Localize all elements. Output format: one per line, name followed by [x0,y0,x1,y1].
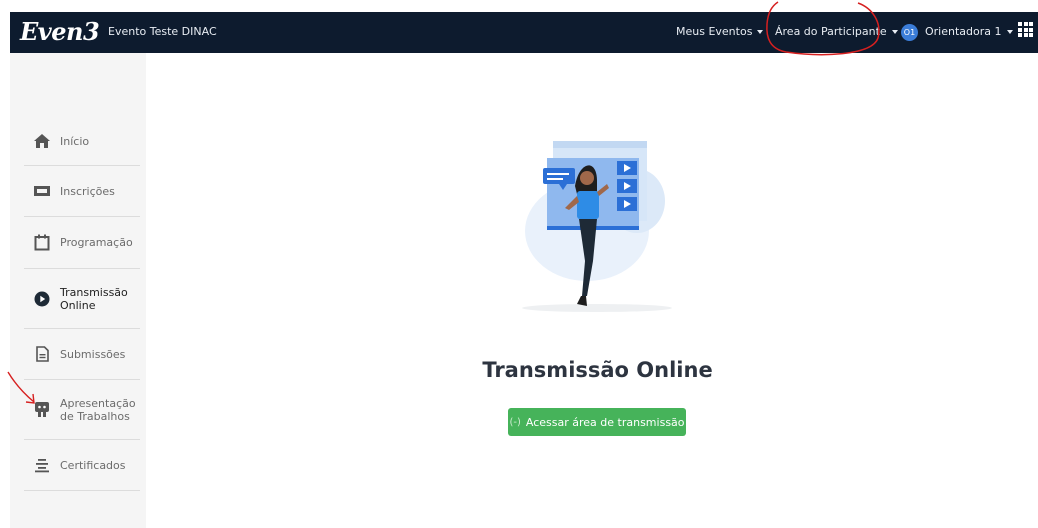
access-transmission-label: Acessar área de transmissão [525,415,685,429]
sidebar-item-certificados[interactable]: Certificados [24,440,140,491]
even3-logo[interactable]: Even3 [20,17,100,46]
sidebar-item-programacao[interactable]: Programação [24,217,140,269]
sidebar-item-inscricoes[interactable]: Inscrições [24,166,140,217]
sidebar-item-transmissao-online[interactable]: Transmissão Online [24,269,140,329]
sidebar-item-submissoes[interactable]: Submissões [24,329,140,380]
play-icon [32,289,52,309]
document-icon [32,344,52,364]
sidebar-item-label: Inscrições [60,184,115,198]
chevron-down-icon [757,30,764,34]
enter-icon: (-) [509,416,521,428]
home-icon [32,131,52,151]
user-menu[interactable]: Orientadora 1 [925,25,1013,38]
participant-area-label: Área do Participante [775,25,887,38]
chevron-down-icon [891,30,898,34]
active-indicator [150,343,157,361]
sidebar-item-label: Certificados [60,458,126,472]
page-title: Transmissão Online [482,358,713,382]
sidebar-item-label: Programação [60,236,133,249]
sidebar: Início Inscrições Programação Transmissã… [10,53,157,528]
calendar-icon [32,233,52,253]
user-name-label: Orientadora 1 [925,25,1002,38]
event-name[interactable]: Evento Teste DINAC [108,25,217,38]
chevron-down-icon [1006,30,1013,34]
certificate-icon [32,455,52,475]
avatar[interactable]: O1 [901,24,918,41]
my-events-label: Meus Eventos [676,25,753,38]
online-transmission-illustration [522,141,672,312]
participant-area-menu[interactable]: Área do Participante [775,25,898,38]
sidebar-item-label: Apresentação de Trabalhos [60,396,136,423]
access-transmission-button[interactable]: (-) Acessar área de transmissão [508,408,686,436]
ticket-icon [32,181,52,201]
sidebar-item-label: Início [60,134,90,148]
my-events-menu[interactable]: Meus Eventos [676,25,764,38]
sidebar-item-apresentacao-trabalhos[interactable]: Apresentação de Trabalhos [24,380,140,440]
top-navbar: Even3 Evento Teste DINAC Meus Eventos Ár… [10,12,1038,53]
sidebar-item-inicio[interactable]: Início [24,117,140,166]
sidebar-item-label: Submissões [60,347,126,361]
sidebar-item-label: Transmissão Online [60,285,128,312]
apps-grid-icon[interactable] [1018,22,1033,37]
presentation-icon [32,400,52,420]
